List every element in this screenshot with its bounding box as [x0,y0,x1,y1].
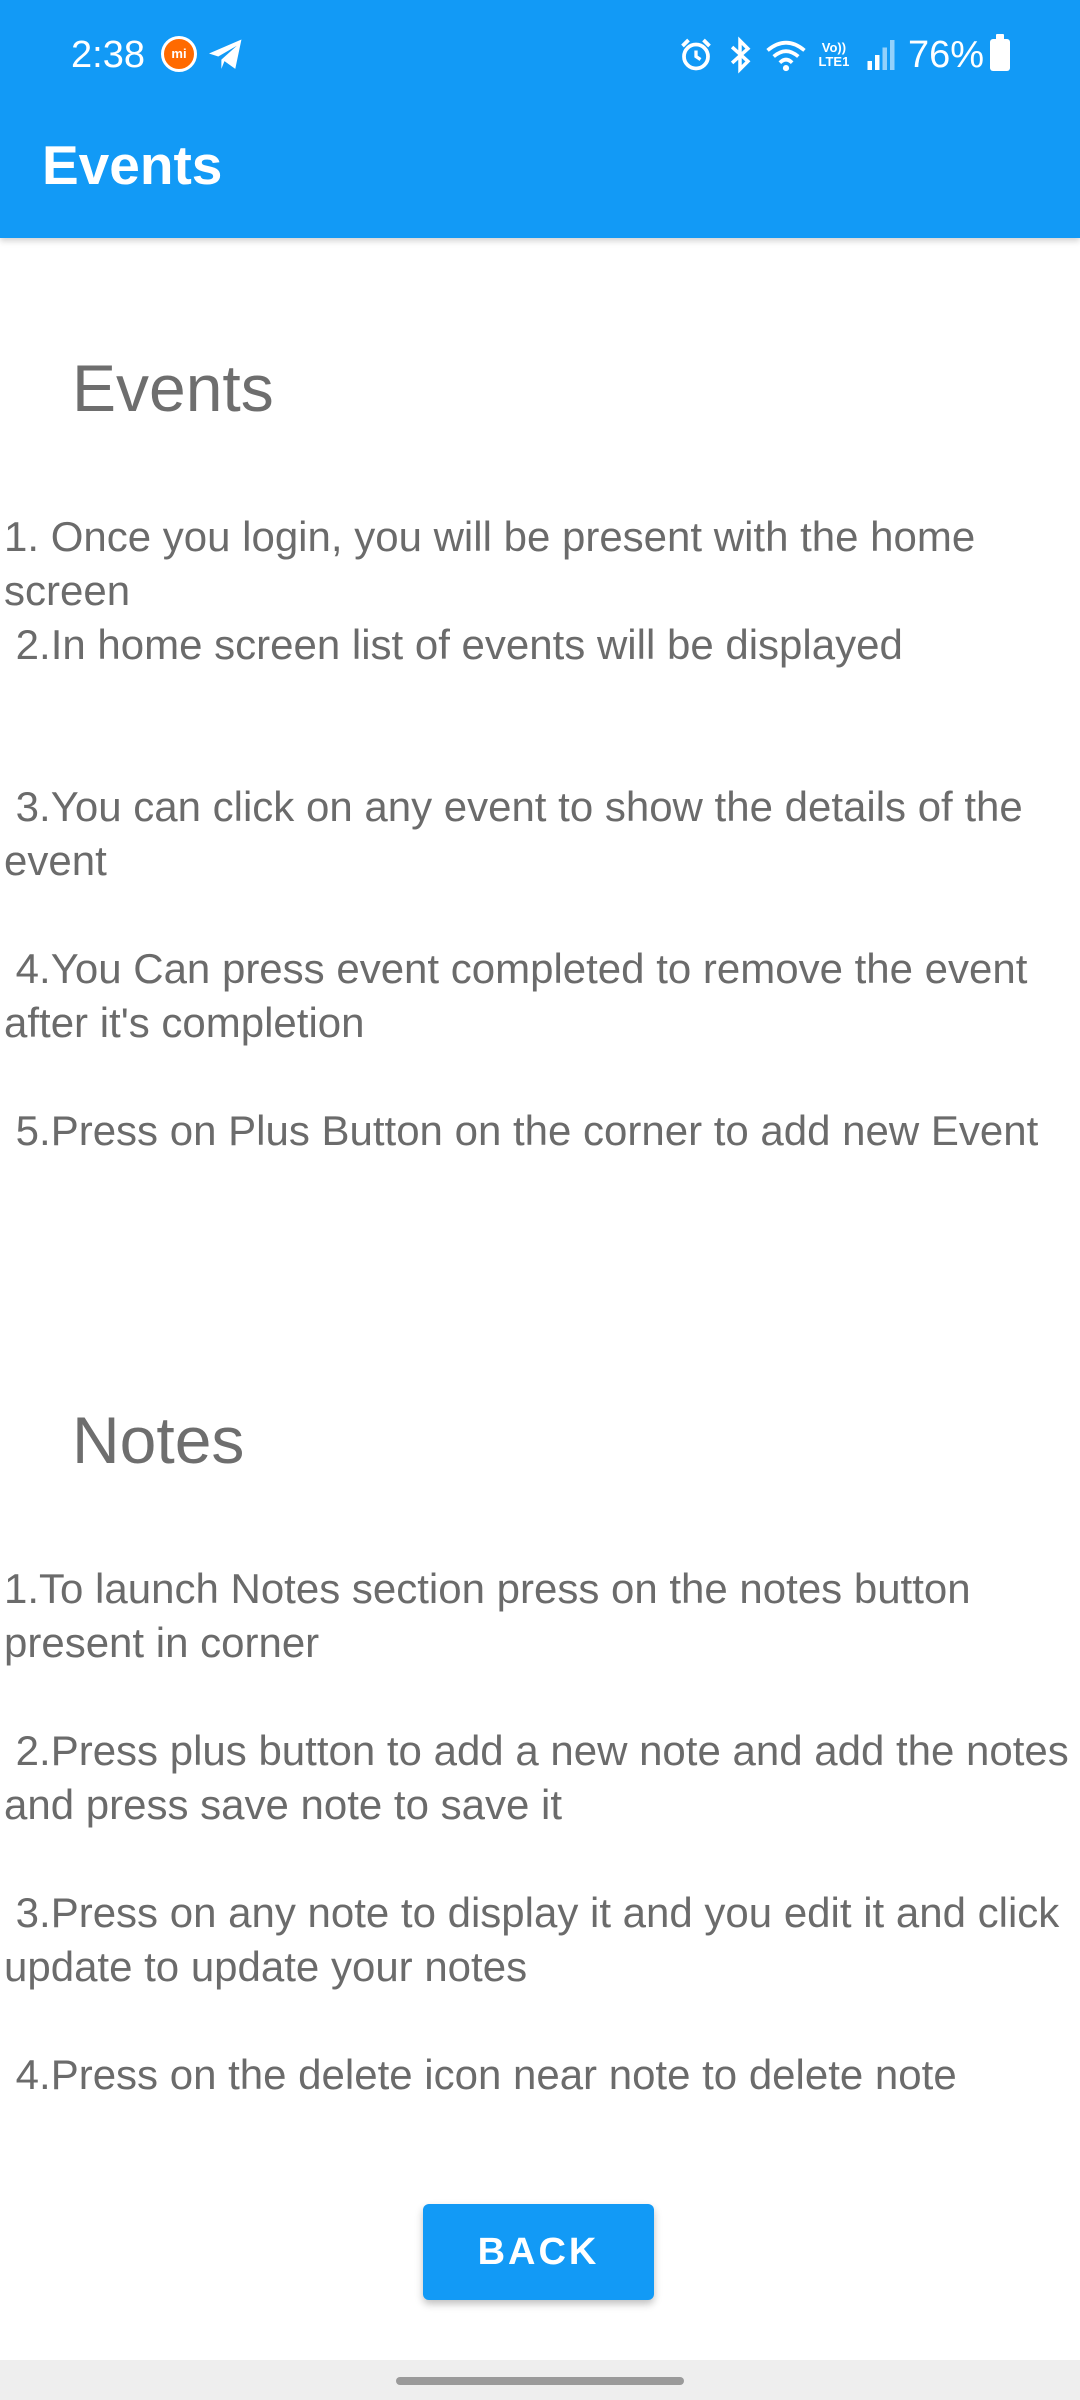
events-item-4: 4.You Can press event completed to remov… [4,945,1040,1046]
notes-item-1: 1.To launch Notes section press on the n… [4,1565,983,1666]
notes-item-3: 3.Press on any note to display it and yo… [4,1889,1071,1990]
events-item-5: 5.Press on Plus Button on the corner to … [4,1107,1039,1154]
battery-percent: 76% [907,33,984,76]
events-heading: Events [72,351,274,425]
signal-icon [867,40,895,70]
wifi-icon [766,40,806,72]
mi-icon: mi [161,36,197,72]
status-icons: Vo)) LTE1 76% [666,30,1010,80]
alarm-icon [681,38,711,71]
app-bar-title: Events [42,134,223,196]
notes-item-2: 2.Press plus button to add a new note an… [4,1727,1080,1828]
telegram-icon [209,39,242,69]
events-item-2: 2.In home screen list of events will be … [4,621,903,668]
events-item-3: 3.You can click on any event to show the… [4,783,1035,884]
status-bar: 2:38 mi Vo)) LTE1 76% [0,0,1080,110]
notes-heading: Notes [72,1403,245,1477]
app-header: 2:38 mi Vo)) LTE1 76% Events [0,0,1080,238]
notes-item-4: 4.Press on the delete icon near note to … [4,2051,957,2098]
bluetooth-icon [730,36,751,74]
events-item-1: 1. Once you login, you will be present w… [4,513,987,614]
back-button[interactable]: BACK [423,2204,654,2300]
battery-icon [990,34,1010,71]
status-time: 2:38 [71,34,145,76]
volte-icon: Vo)) LTE1 [818,40,850,69]
navigation-bar [0,2360,1080,2400]
home-gesture-handle[interactable] [396,2377,684,2385]
